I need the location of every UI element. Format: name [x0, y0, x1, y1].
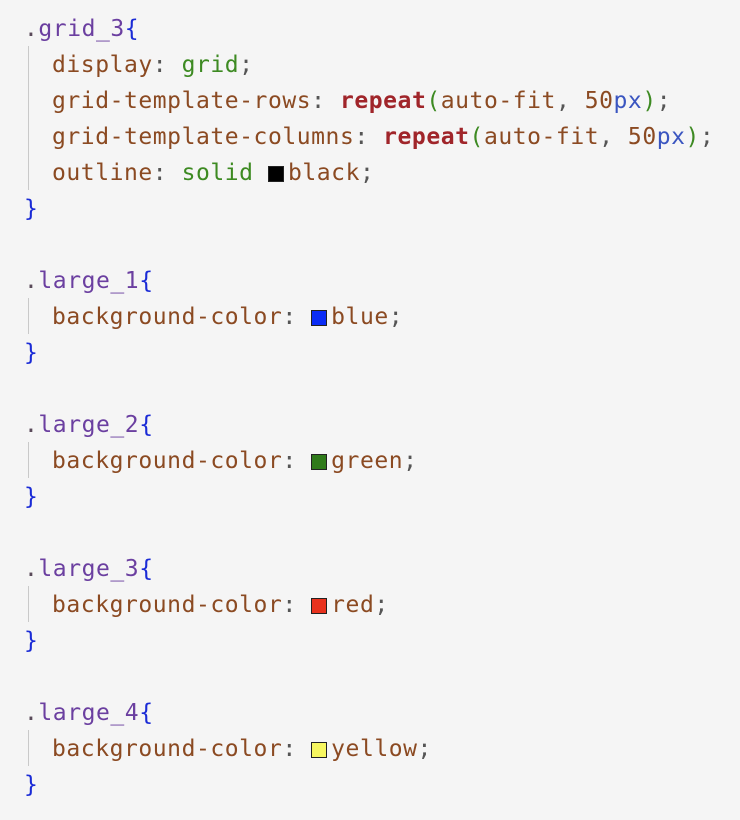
indent-guide: [28, 298, 29, 334]
declaration-line: background-color: red;: [52, 592, 389, 618]
declaration-line: background-color: yellow;: [52, 736, 432, 762]
indent-guide: [28, 46, 29, 190]
indent-guide: [28, 586, 29, 622]
selector-line: .large_3{: [24, 556, 154, 582]
indent-guide: [28, 730, 29, 766]
closing-brace: }: [24, 628, 39, 654]
selector-name: large_4: [38, 700, 140, 726]
selector-name: large_3: [38, 556, 140, 582]
declaration-line: grid-template-rows: repeat(auto-fit, 50p…: [52, 88, 672, 114]
selector-name: large_1: [38, 268, 140, 294]
selector-line: .large_4{: [24, 700, 154, 726]
color-swatch[interactable]: [311, 454, 328, 470]
selector-line: .large_2{: [24, 412, 154, 438]
selector-line: .grid_3{: [24, 16, 140, 42]
declaration-line: grid-template-columns: repeat(auto-fit, …: [52, 124, 715, 150]
closing-brace: }: [24, 484, 39, 510]
selector-line: .large_1{: [24, 268, 154, 294]
indent-guide: [28, 442, 29, 478]
declaration-line: outline: solid black;: [52, 160, 375, 186]
declaration-line: background-color: green;: [52, 448, 418, 474]
selector-name: grid_3: [38, 16, 125, 42]
selector-name: large_2: [38, 412, 140, 438]
closing-brace: }: [24, 196, 39, 222]
declaration-line: display: grid;: [52, 52, 254, 78]
code-editor[interactable]: .grid_3{ display: grid; grid-template-ro…: [0, 0, 740, 820]
color-swatch[interactable]: [311, 310, 328, 326]
closing-brace: }: [24, 772, 39, 798]
color-swatch[interactable]: [311, 742, 328, 758]
color-swatch[interactable]: [311, 598, 328, 614]
closing-brace: }: [24, 340, 39, 366]
declaration-line: background-color: blue;: [52, 304, 404, 330]
color-swatch[interactable]: [267, 166, 284, 182]
